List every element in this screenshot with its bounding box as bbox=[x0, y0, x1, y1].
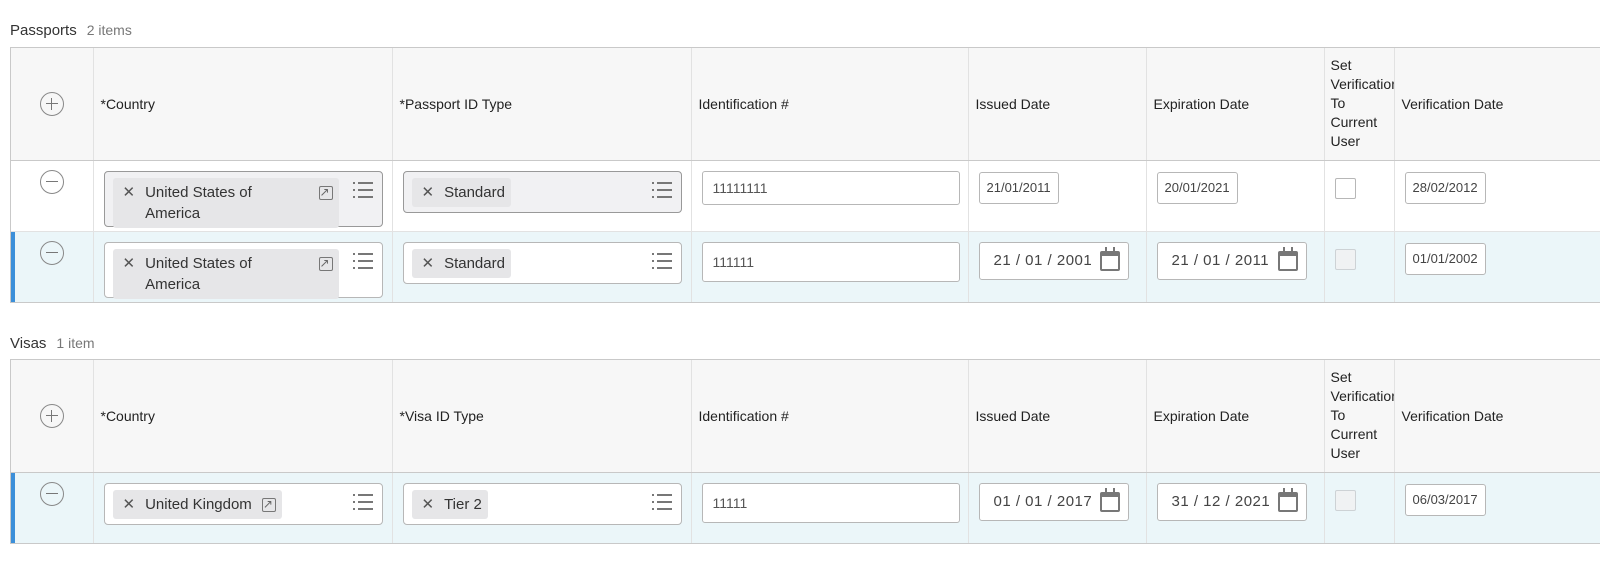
passports-header-row: *Country *Passport ID Type Identificatio… bbox=[11, 48, 1600, 161]
country-value: United States of America bbox=[145, 254, 252, 293]
close-icon[interactable]: ✕ bbox=[422, 494, 435, 515]
col-id-number: Identification # bbox=[691, 48, 969, 161]
remove-row-icon[interactable] bbox=[39, 240, 64, 265]
country-prompt[interactable]: ✕ United States of America bbox=[103, 170, 383, 228]
close-icon[interactable]: ✕ bbox=[422, 182, 435, 203]
id-type-prompt[interactable]: ✕ Standard bbox=[402, 170, 682, 213]
close-icon[interactable]: ✕ bbox=[123, 182, 136, 203]
list-icon[interactable] bbox=[651, 181, 672, 198]
id-type-pill: ✕ Tier 2 bbox=[411, 489, 488, 519]
calendar-icon[interactable] bbox=[1277, 487, 1298, 512]
expiration-date-picker[interactable]: 31 / 12 / 2021 bbox=[1156, 482, 1307, 521]
id-type-prompt[interactable]: ✕ Tier 2 bbox=[402, 482, 682, 525]
col-verification: Verification Date bbox=[1394, 360, 1600, 473]
calendar-icon[interactable] bbox=[1099, 487, 1120, 512]
remove-row-icon[interactable] bbox=[39, 169, 64, 194]
id-number-input[interactable]: 11111111 bbox=[701, 170, 960, 205]
id-type-prompt[interactable]: ✕ Standard bbox=[402, 241, 682, 284]
col-set-verification: Set Verification To Current User bbox=[1324, 360, 1395, 473]
col-id-type: *Visa ID Type bbox=[392, 360, 692, 473]
id-type-value: Standard bbox=[444, 254, 505, 272]
visas-section-header: Visas 1 item bbox=[10, 335, 95, 352]
passports-section-header: Passports 2 items bbox=[10, 22, 132, 39]
id-type-pill: ✕ Standard bbox=[411, 177, 511, 207]
col-id-type: *Passport ID Type bbox=[392, 48, 692, 161]
table-row: ✕ United States of America ✕ Standard 11… bbox=[11, 231, 1600, 302]
issued-date[interactable]: 21/01/2011 bbox=[978, 171, 1059, 204]
close-icon[interactable]: ✕ bbox=[422, 253, 435, 274]
id-type-pill: ✕ Standard bbox=[411, 248, 511, 278]
verification-date[interactable]: 01/01/2002 bbox=[1404, 242, 1486, 275]
col-id-number: Identification # bbox=[691, 360, 969, 473]
add-cell bbox=[11, 48, 94, 161]
country-pill: ✕ United States of America bbox=[112, 248, 339, 299]
close-icon[interactable]: ✕ bbox=[123, 253, 136, 274]
passports-grid: *Country *Passport ID Type Identificatio… bbox=[10, 47, 1600, 303]
issued-date-picker[interactable]: 01 / 01 / 2017 bbox=[978, 482, 1129, 521]
set-verification-checkbox[interactable] bbox=[1334, 177, 1356, 199]
col-country: *Country bbox=[93, 48, 393, 161]
list-icon[interactable] bbox=[352, 252, 373, 269]
external-link-icon[interactable] bbox=[318, 182, 333, 203]
add-cell bbox=[11, 360, 94, 473]
id-type-value: Standard bbox=[444, 183, 505, 201]
passports-count: 2 items bbox=[86, 22, 132, 38]
verification-date[interactable]: 06/03/2017 bbox=[1404, 483, 1486, 516]
col-expiration: Expiration Date bbox=[1146, 48, 1325, 161]
set-verification-checkbox[interactable] bbox=[1334, 489, 1356, 511]
calendar-icon[interactable] bbox=[1099, 246, 1120, 271]
add-passport-icon[interactable] bbox=[39, 91, 64, 116]
country-value: United States of America bbox=[145, 183, 252, 222]
expiration-date[interactable]: 20/01/2021 bbox=[1156, 171, 1238, 204]
country-pill: ✕ United Kingdom bbox=[112, 489, 282, 519]
col-country: *Country bbox=[93, 360, 393, 473]
col-set-verification: Set Verification To Current User bbox=[1324, 48, 1395, 161]
list-icon[interactable] bbox=[651, 252, 672, 269]
id-number-input[interactable]: 111111 bbox=[701, 241, 960, 282]
issued-date-picker[interactable]: 21 / 01 / 2001 bbox=[978, 241, 1129, 280]
visas-header-row: *Country *Visa ID Type Identification # … bbox=[11, 360, 1600, 473]
verification-date[interactable]: 28/02/2012 bbox=[1404, 171, 1486, 204]
external-link-icon[interactable] bbox=[261, 494, 276, 515]
calendar-icon[interactable] bbox=[1277, 246, 1298, 271]
country-value: United Kingdom bbox=[145, 495, 252, 513]
visas-grid: *Country *Visa ID Type Identification # … bbox=[10, 359, 1600, 544]
list-icon[interactable] bbox=[352, 493, 373, 510]
id-type-value: Tier 2 bbox=[444, 495, 482, 513]
external-link-icon[interactable] bbox=[318, 253, 333, 274]
table-row: ✕ United States of America ✕ Standard 11… bbox=[11, 160, 1600, 231]
expiration-date-picker[interactable]: 21 / 01 / 2011 bbox=[1156, 241, 1307, 280]
remove-row-icon[interactable] bbox=[39, 481, 64, 506]
visas-title: Visas bbox=[10, 335, 47, 352]
country-prompt[interactable]: ✕ United States of America bbox=[103, 241, 383, 299]
add-visa-icon[interactable] bbox=[39, 403, 64, 428]
country-prompt[interactable]: ✕ United Kingdom bbox=[103, 482, 383, 525]
col-issued: Issued Date bbox=[968, 48, 1147, 161]
table-row: ✕ United Kingdom ✕ Tier 2 11111 01 / bbox=[11, 472, 1600, 543]
passports-title: Passports bbox=[10, 22, 77, 39]
close-icon[interactable]: ✕ bbox=[123, 494, 136, 515]
list-icon[interactable] bbox=[651, 493, 672, 510]
id-number-input[interactable]: 11111 bbox=[701, 482, 960, 523]
col-issued: Issued Date bbox=[968, 360, 1147, 473]
set-verification-checkbox[interactable] bbox=[1334, 248, 1356, 270]
col-verification: Verification Date bbox=[1394, 48, 1600, 161]
list-icon[interactable] bbox=[352, 181, 373, 198]
country-pill: ✕ United States of America bbox=[112, 177, 339, 228]
visas-count: 1 item bbox=[56, 335, 95, 351]
col-expiration: Expiration Date bbox=[1146, 360, 1325, 473]
